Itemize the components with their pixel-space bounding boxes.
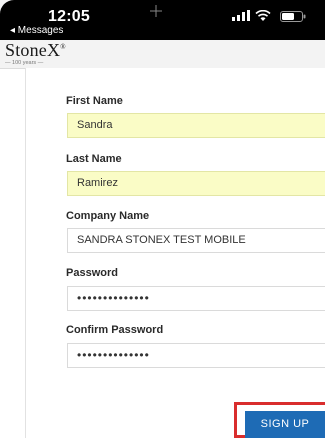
first-name-field[interactable]: Sandra [67,113,325,138]
confirm-password-label: Confirm Password [66,324,164,336]
status-bar: 12:05 ◂ Messages [0,0,325,40]
wifi-icon [255,10,271,21]
company-name-label: Company Name [66,210,150,222]
last-name-label: Last Name [66,153,122,165]
last-name-field[interactable]: Ramirez [67,171,325,196]
battery-icon [280,11,306,22]
stonex-logo: StoneX® [5,40,66,60]
cellular-signal-icon [232,10,250,21]
company-name-field[interactable]: SANDRA STONEX TEST MOBILE [67,228,325,253]
status-time: 12:05 [48,8,90,25]
phone-screen: 12:05 ◂ Messages StoneX® — 100 years — F… [0,0,325,438]
password-label: Password [66,267,118,279]
signup-button[interactable]: SIGN UP [245,411,325,438]
logo-tagline: — 100 years — [5,60,44,66]
confirm-password-field[interactable]: •••••••••••••• [67,343,325,368]
app-header: StoneX® — 100 years — [0,40,325,69]
password-field[interactable]: •••••••••••••• [67,286,325,311]
location-crosshair-icon [150,5,162,17]
first-name-label: First Name [66,95,123,107]
back-to-messages-link[interactable]: ◂ Messages [10,25,63,36]
